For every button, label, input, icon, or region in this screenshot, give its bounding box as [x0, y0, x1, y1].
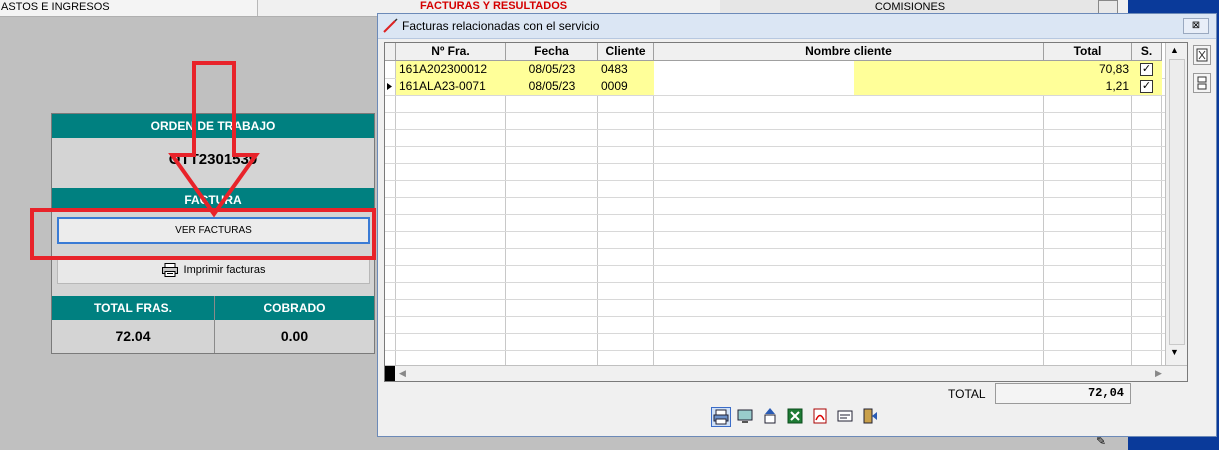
cell-total: 1,21: [1044, 78, 1132, 95]
clear-icon: [1196, 48, 1208, 62]
printer-icon: [713, 409, 729, 425]
scroll-corner: [385, 366, 395, 381]
export-icon: [764, 408, 776, 424]
total-fras-value: 72.04: [115, 328, 151, 344]
header-nombre-cliente[interactable]: Nombre cliente: [654, 43, 1044, 61]
cell-numero: 161ALA23-0071: [396, 78, 506, 95]
total-fras-header: TOTAL FRAS.: [52, 296, 214, 320]
cell-nombre-cliente: [654, 78, 854, 95]
header-total[interactable]: Total: [1044, 43, 1132, 61]
exit-button[interactable]: [861, 407, 881, 427]
tab-comisiones-label: COMISIONES: [874, 1, 946, 13]
grid-horizontal-scrollbar[interactable]: ◀ ▶: [385, 365, 1187, 381]
print-button[interactable]: [711, 407, 731, 427]
imprimir-facturas-button[interactable]: Imprimir facturas: [57, 257, 370, 284]
scroll-up-icon[interactable]: ▲: [1170, 45, 1179, 55]
scroll-thumb[interactable]: [1169, 59, 1185, 345]
cobrado-header: COBRADO: [215, 296, 374, 320]
cell-nombre-fill: [854, 61, 1044, 78]
cell-cliente: 0009: [598, 78, 654, 95]
imprimir-facturas-label: Imprimir facturas: [183, 264, 266, 276]
current-row-indicator-icon: [385, 78, 395, 95]
dialog-titlebar[interactable]: Facturas relacionadas con el servicio ⊠: [378, 14, 1216, 39]
cell-fecha: 08/05/23: [506, 61, 598, 78]
s-checkbox[interactable]: ✓: [1140, 80, 1153, 93]
order-panel: ORDEN DE TRABAJO OTT2301539 FACTURA VER …: [51, 113, 375, 354]
email-icon: [837, 410, 853, 422]
header-corner: [385, 43, 396, 61]
scroll-left-icon[interactable]: ◀: [399, 368, 406, 379]
header-cliente[interactable]: Cliente: [598, 43, 654, 61]
layout-icon: [1197, 76, 1207, 90]
printer-icon: [161, 263, 178, 278]
header-s[interactable]: S.: [1132, 43, 1162, 61]
exit-door-icon: [863, 408, 877, 424]
cobrado-value: 0.00: [280, 328, 309, 344]
total-value-field: 72,04: [995, 383, 1131, 404]
tab-gastos-ingresos[interactable]: ASTOS E INGRESOS: [0, 0, 258, 16]
s-checkbox[interactable]: ✓: [1140, 63, 1153, 76]
cell-total: 70,83: [1044, 61, 1132, 78]
cell-cliente: 0483: [598, 61, 654, 78]
excel-button[interactable]: [786, 407, 806, 427]
factura-header: FACTURA: [52, 188, 374, 212]
order-number: OTT2301539: [168, 151, 258, 168]
side-layout-button[interactable]: [1193, 73, 1211, 93]
grid-vertical-scrollbar[interactable]: ▲ ▼: [1165, 43, 1187, 365]
cell-numero: 161A202300012: [396, 61, 506, 78]
scroll-right-icon[interactable]: ▶: [1155, 368, 1162, 379]
header-numero[interactable]: Nº Fra.: [396, 43, 506, 61]
orden-trabajo-header: ORDEN DE TRABAJO: [52, 114, 374, 138]
total-label: TOTAL: [948, 387, 986, 401]
pdf-button[interactable]: [811, 407, 831, 427]
preview-button[interactable]: [736, 407, 756, 427]
export-button[interactable]: [761, 407, 781, 427]
totals-divider: [214, 296, 215, 353]
header-fecha[interactable]: Fecha: [506, 43, 598, 61]
dialog-title: Facturas relacionadas con el servicio: [402, 19, 600, 33]
monitor-icon: [737, 409, 753, 423]
email-button[interactable]: [836, 407, 856, 427]
cell-fecha: 08/05/23: [506, 78, 598, 95]
tab-facturas-resultados[interactable]: FACTURAS Y RESULTADOS: [420, 0, 567, 13]
cell-nombre-cliente: [654, 61, 854, 78]
pdf-icon: [813, 408, 827, 424]
side-clear-button[interactable]: [1193, 45, 1211, 65]
facturas-dialog: Facturas relacionadas con el servicio ⊠ …: [377, 13, 1217, 437]
ver-facturas-button[interactable]: VER FACTURAS: [57, 217, 370, 244]
cell-nombre-fill: [854, 78, 1044, 95]
excel-icon: [787, 408, 803, 424]
scroll-down-icon[interactable]: ▼: [1170, 347, 1179, 357]
dialog-close-button[interactable]: ⊠: [1183, 18, 1209, 34]
app-feather-icon: [383, 18, 398, 33]
facturas-grid: Nº Fra. Fecha Cliente Nombre cliente Tot…: [384, 42, 1188, 382]
